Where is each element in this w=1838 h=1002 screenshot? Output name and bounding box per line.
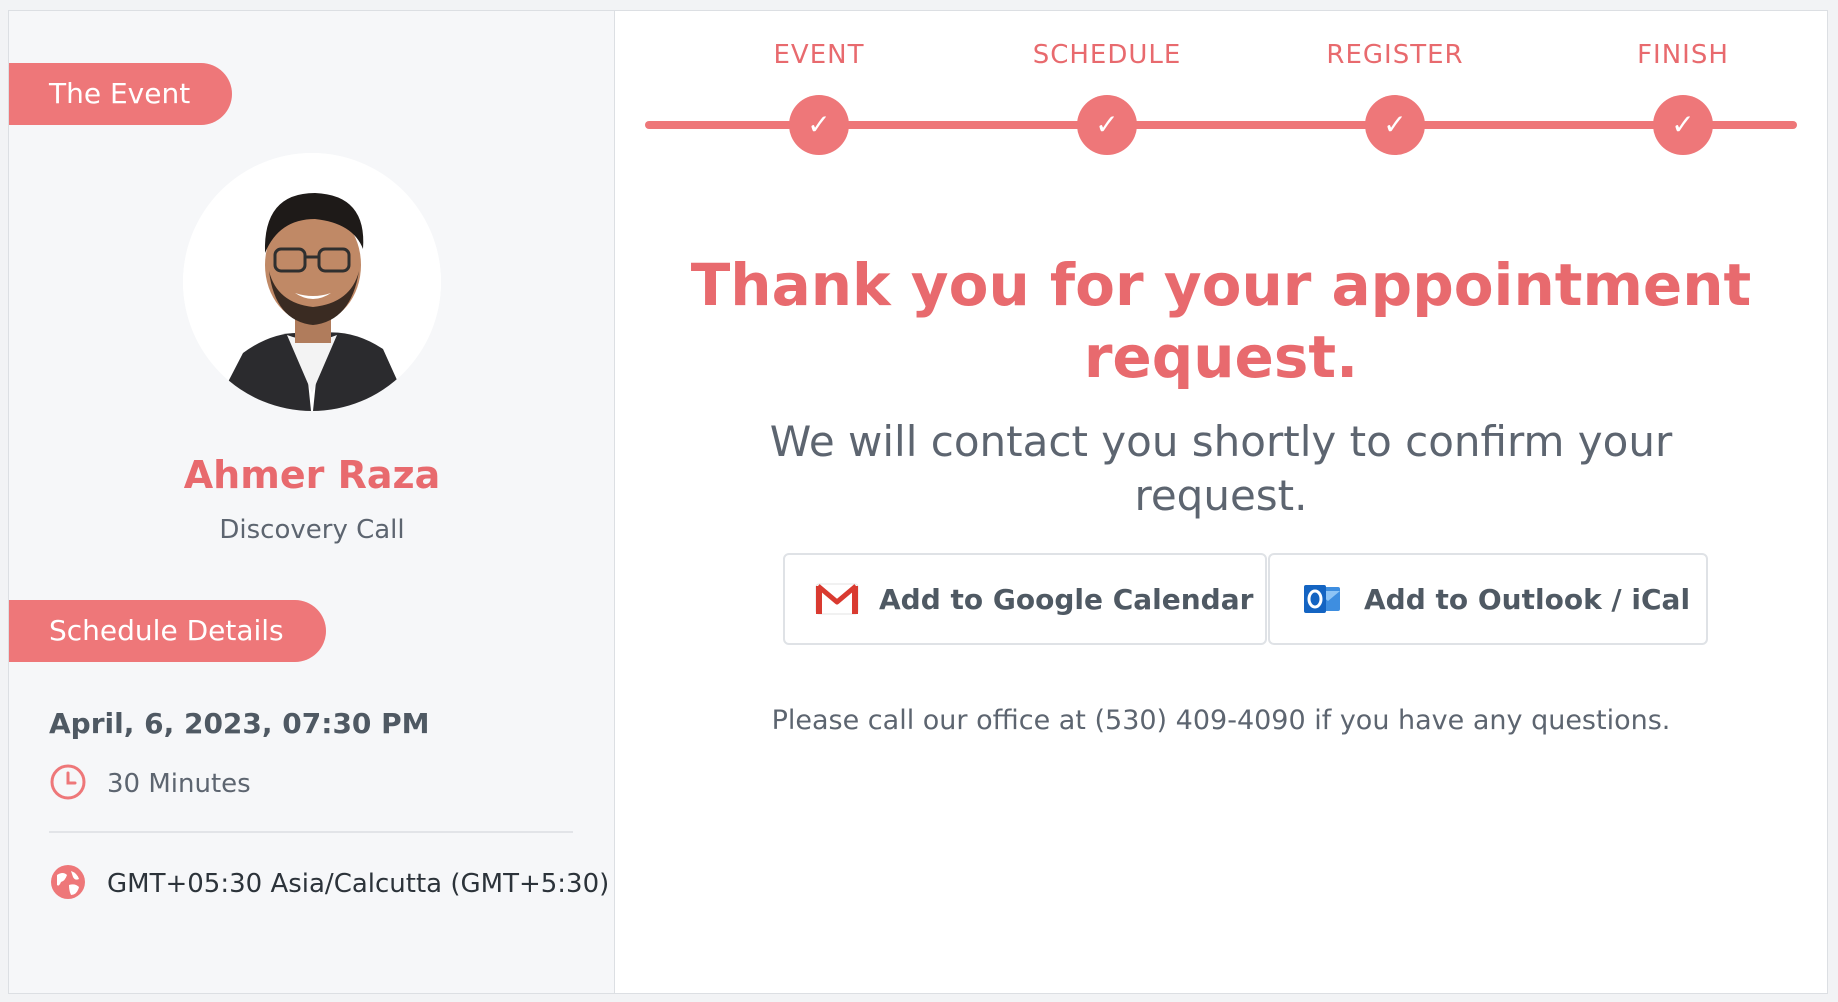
host-name: Ahmer Raza xyxy=(183,453,441,497)
thank-you-heading: Thank you for your appointment request. xyxy=(690,251,1752,391)
timezone-row: GMT+05:30 Asia/Calcutta (GMT+5:30) xyxy=(49,863,609,905)
add-to-outlook-ical-button[interactable]: Add to Outlook / iCal xyxy=(1268,553,1708,645)
globe-icon xyxy=(49,863,87,905)
event-type: Discovery Call xyxy=(219,515,405,545)
duration-text: 30 Minutes xyxy=(107,769,251,799)
clock-icon xyxy=(49,763,87,805)
step-event: EVENT ✓ xyxy=(719,37,919,155)
booking-confirmation-frame: The Event Ahmer Raza Discovery Call Sche… xyxy=(8,10,1828,994)
confirmation-panel: EVENT ✓ SCHEDULE ✓ REGISTER ✓ FINISH ✓ T… xyxy=(615,11,1827,993)
check-icon: ✓ xyxy=(1365,95,1425,155)
timezone-text: GMT+05:30 Asia/Calcutta (GMT+5:30) xyxy=(107,869,610,899)
outlook-icon xyxy=(1300,577,1344,621)
confirm-message: We will contact you shortly to confirm y… xyxy=(769,417,1673,520)
outlook-ical-label: Add to Outlook / iCal xyxy=(1364,582,1691,616)
host-photo xyxy=(183,153,441,411)
check-icon: ✓ xyxy=(789,95,849,155)
divider xyxy=(49,831,573,833)
step-label: FINISH xyxy=(1637,40,1729,70)
contact-note: Please call our office at (530) 409-4090… xyxy=(771,705,1671,736)
google-calendar-label: Add to Google Calendar xyxy=(879,582,1254,616)
event-sidebar: The Event Ahmer Raza Discovery Call Sche… xyxy=(9,11,615,993)
step-label: EVENT xyxy=(773,40,865,70)
step-finish: FINISH ✓ xyxy=(1583,37,1783,155)
the-event-tab: The Event xyxy=(9,63,233,125)
check-icon: ✓ xyxy=(1077,95,1137,155)
step-register: REGISTER ✓ xyxy=(1295,37,1495,155)
step-label: SCHEDULE xyxy=(1032,40,1182,70)
progress-steps: EVENT ✓ SCHEDULE ✓ REGISTER ✓ FINISH ✓ xyxy=(645,37,1797,157)
appointment-datetime: April, 6, 2023, 07:30 PM xyxy=(49,707,430,740)
gmail-icon xyxy=(815,577,859,621)
avatar xyxy=(183,153,441,411)
check-icon: ✓ xyxy=(1653,95,1713,155)
step-label: REGISTER xyxy=(1326,40,1464,70)
duration-row: 30 Minutes xyxy=(49,763,251,805)
schedule-details-tab: Schedule Details xyxy=(9,600,326,662)
step-schedule: SCHEDULE ✓ xyxy=(1007,37,1207,155)
add-to-google-calendar-button[interactable]: Add to Google Calendar xyxy=(783,553,1267,645)
